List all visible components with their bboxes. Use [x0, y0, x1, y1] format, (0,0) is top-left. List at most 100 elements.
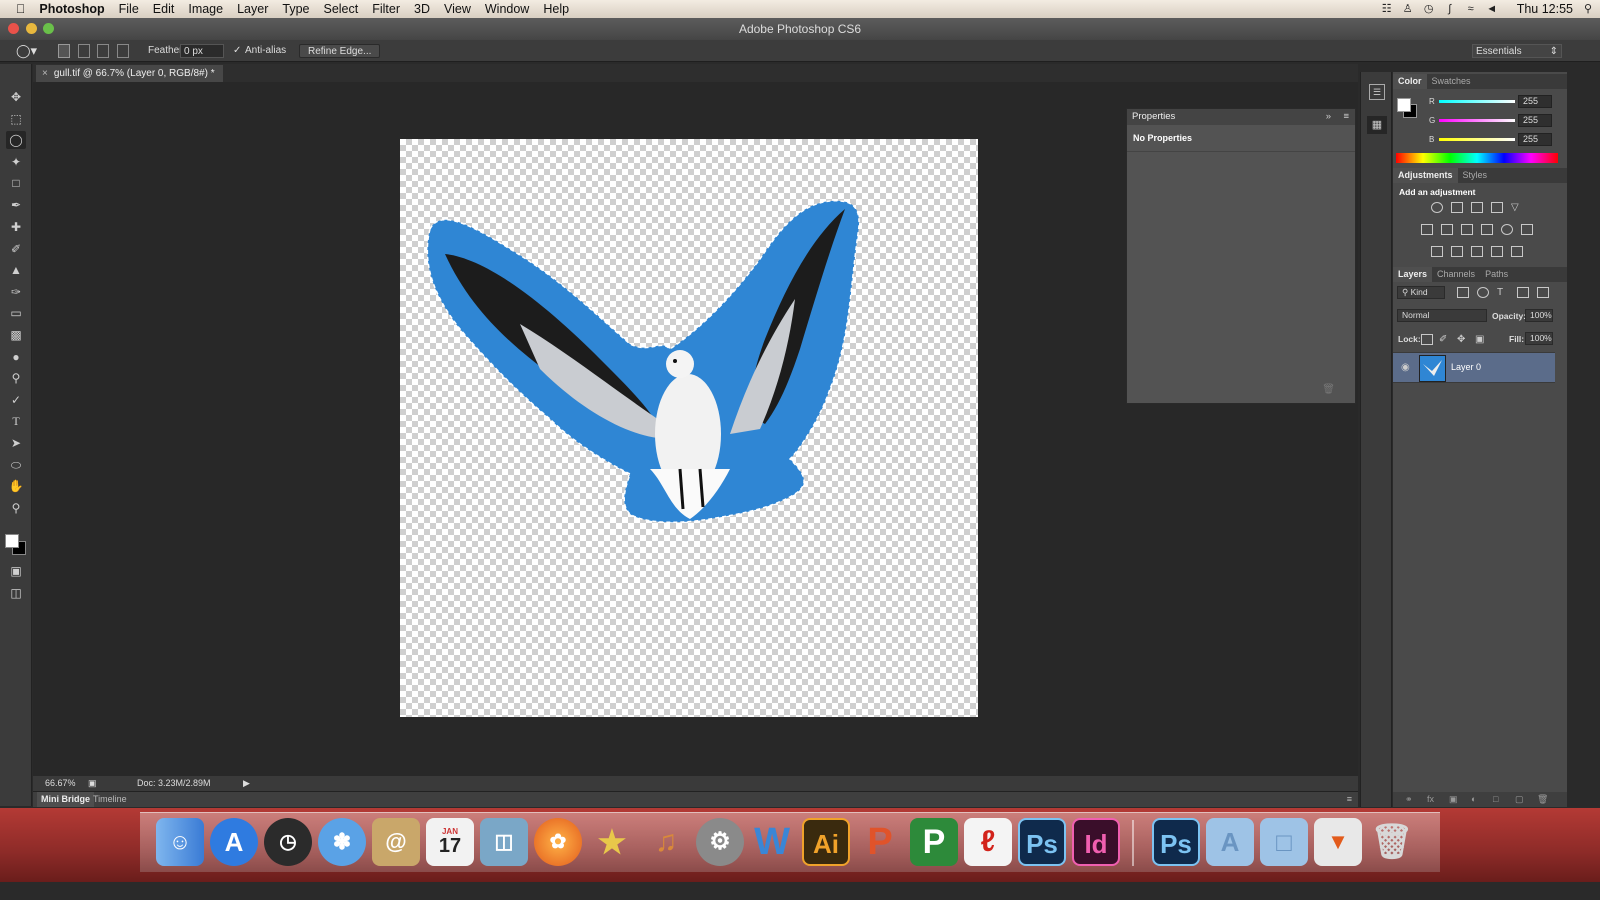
- quick-mask-icon[interactable]: ▣: [6, 562, 26, 580]
- app-menu[interactable]: Photoshop: [32, 2, 111, 16]
- lasso-preset-icon[interactable]: ◯▾: [16, 44, 37, 58]
- type-tool-icon[interactable]: T: [6, 412, 26, 430]
- binoculars-icon[interactable]: ♙: [1402, 3, 1414, 15]
- status-menu-arrow-icon[interactable]: ▶: [243, 776, 250, 791]
- script-icon[interactable]: ☷: [1381, 3, 1393, 15]
- filter-adjustment-icon[interactable]: [1477, 287, 1489, 298]
- healing-brush-tool-icon[interactable]: ✚: [6, 218, 26, 236]
- app-store-icon[interactable]: A: [210, 818, 258, 866]
- close-window-button[interactable]: [8, 23, 19, 34]
- filter-pixel-icon[interactable]: [1457, 287, 1469, 298]
- tab-timeline[interactable]: Timeline: [93, 792, 127, 807]
- threshold-icon[interactable]: [1471, 246, 1483, 257]
- lock-image-icon[interactable]: ✐: [1439, 334, 1451, 345]
- layer-style-fx-icon[interactable]: fx: [1427, 792, 1434, 807]
- filter-smart-object-icon[interactable]: [1537, 287, 1549, 298]
- black-white-icon[interactable]: [1461, 224, 1473, 235]
- foreground-color-chip[interactable]: [1397, 98, 1411, 112]
- lock-all-icon[interactable]: ▣: [1475, 334, 1487, 345]
- close-tab-icon[interactable]: ×: [42, 68, 48, 79]
- new-group-icon[interactable]: □: [1493, 792, 1498, 807]
- add-to-selection-icon[interactable]: [78, 44, 90, 58]
- menu-help[interactable]: Help: [536, 2, 576, 16]
- channel-r-value[interactable]: 255: [1518, 95, 1552, 108]
- tab-layers[interactable]: Layers: [1393, 267, 1433, 282]
- menu-filter[interactable]: Filter: [365, 2, 407, 16]
- refine-edge-button[interactable]: Refine Edge...: [299, 44, 381, 58]
- collapse-panel-icon[interactable]: »: [1326, 109, 1331, 125]
- menu-3d[interactable]: 3D: [407, 2, 437, 16]
- channel-b-slider[interactable]: [1439, 138, 1515, 141]
- preview-icon[interactable]: ◫: [480, 818, 528, 866]
- photoshop-icon[interactable]: Ps: [1018, 818, 1066, 866]
- delete-icon[interactable]: 🗑: [1322, 384, 1335, 395]
- firefox-icon[interactable]: ✿: [534, 818, 582, 866]
- time-machine-icon[interactable]: ◷: [1423, 3, 1435, 15]
- channel-g-value[interactable]: 255: [1518, 114, 1552, 127]
- document-tab[interactable]: × gull.tif @ 66.7% (Layer 0, RGB/8#) *: [36, 65, 223, 82]
- invert-icon[interactable]: [1431, 246, 1443, 257]
- exposure-icon[interactable]: [1491, 202, 1503, 213]
- illustrator-icon[interactable]: Ai: [802, 818, 850, 866]
- selective-color-icon[interactable]: [1491, 246, 1503, 257]
- zoom-tool-icon[interactable]: ⚲: [6, 499, 26, 517]
- bluetooth-icon[interactable]: ∫: [1444, 3, 1456, 15]
- menu-image[interactable]: Image: [181, 2, 230, 16]
- add-mask-icon[interactable]: ▣: [1449, 792, 1458, 807]
- zoom-level[interactable]: 66.67%: [45, 776, 76, 791]
- color-balance-icon[interactable]: [1441, 224, 1453, 235]
- subtract-from-selection-icon[interactable]: [97, 44, 109, 58]
- workspace-switcher[interactable]: Essentials ⇕: [1472, 44, 1562, 58]
- filter-shape-icon[interactable]: [1517, 287, 1529, 298]
- finder-icon[interactable]: ☺: [156, 818, 204, 866]
- layer-visibility-eye-icon[interactable]: ◉: [1401, 362, 1410, 373]
- spotlight-search-icon[interactable]: ⚲: [1582, 3, 1594, 15]
- photo-filter-icon[interactable]: [1481, 224, 1493, 235]
- documents-folder-icon[interactable]: □: [1260, 818, 1308, 866]
- status-info-icon[interactable]: ▣: [88, 776, 97, 791]
- new-adjustment-layer-icon[interactable]: ◐: [1471, 792, 1476, 807]
- channel-mixer-icon[interactable]: [1501, 224, 1513, 235]
- posterize-icon[interactable]: [1451, 246, 1463, 257]
- bottom-panel-menu-icon[interactable]: ≡: [1347, 792, 1352, 807]
- feather-input[interactable]: 0 px: [180, 44, 224, 58]
- delete-layer-icon[interactable]: 🗑: [1537, 792, 1548, 807]
- filter-type-icon[interactable]: T: [1497, 287, 1509, 298]
- brightness-contrast-icon[interactable]: [1431, 202, 1443, 213]
- eyedropper-tool-icon[interactable]: ✒: [6, 196, 26, 214]
- calendar-icon[interactable]: JAN 17: [426, 818, 474, 866]
- menu-select[interactable]: Select: [316, 2, 365, 16]
- levels-icon[interactable]: [1451, 202, 1463, 213]
- screen-mode-icon[interactable]: ◫: [6, 584, 26, 602]
- blur-tool-icon[interactable]: ●: [6, 348, 26, 366]
- clock[interactable]: Thu 12:55: [1517, 2, 1573, 16]
- color-lookup-icon[interactable]: [1521, 224, 1533, 235]
- color-spectrum-ramp[interactable]: [1396, 153, 1558, 163]
- path-selection-tool-icon[interactable]: ➤: [6, 434, 26, 452]
- history-panel-icon[interactable]: ☰: [1369, 84, 1385, 100]
- tab-paths[interactable]: Paths: [1480, 267, 1513, 282]
- eraser-tool-icon[interactable]: ▭: [6, 304, 26, 322]
- apple-menu-icon[interactable]: : [0, 2, 32, 16]
- menu-view[interactable]: View: [437, 2, 478, 16]
- pen-tool-icon[interactable]: ✓: [6, 391, 26, 409]
- move-tool-icon[interactable]: ✥: [6, 88, 26, 106]
- curves-icon[interactable]: [1471, 202, 1483, 213]
- safari-icon[interactable]: ✽: [318, 818, 366, 866]
- wifi-icon[interactable]: ≈: [1465, 3, 1477, 15]
- layer-name[interactable]: Layer 0: [1451, 362, 1481, 372]
- dodge-tool-icon[interactable]: ⚲: [6, 369, 26, 387]
- tab-color[interactable]: Color: [1393, 74, 1427, 89]
- dashboard-icon[interactable]: ◷: [264, 818, 312, 866]
- channel-b-value[interactable]: 255: [1518, 133, 1552, 146]
- fill-input[interactable]: 100%: [1525, 332, 1553, 345]
- foreground-color-swatch[interactable]: [5, 534, 19, 548]
- clone-stamp-tool-icon[interactable]: ▲: [6, 261, 26, 279]
- tab-mini-bridge[interactable]: Mini Bridge: [37, 792, 94, 807]
- opacity-input[interactable]: 100%: [1525, 309, 1553, 322]
- link-layers-icon[interactable]: ⚭: [1405, 792, 1413, 807]
- channel-g-slider[interactable]: [1439, 119, 1515, 122]
- hand-tool-icon[interactable]: ✋: [6, 477, 26, 495]
- word-icon[interactable]: W: [748, 818, 796, 866]
- address-book-icon[interactable]: @: [372, 818, 420, 866]
